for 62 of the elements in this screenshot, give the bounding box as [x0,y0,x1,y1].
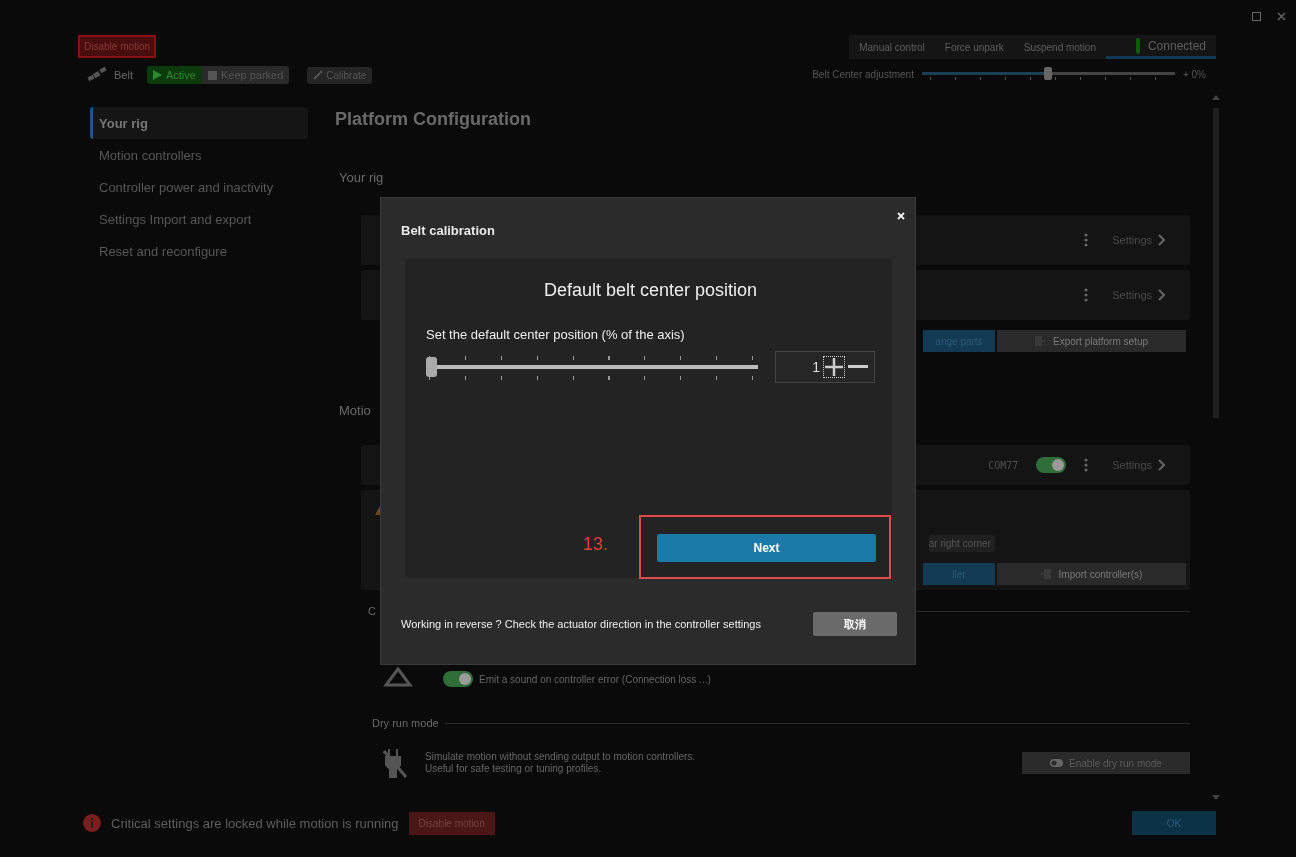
device-label: Belt [114,69,133,81]
section-heading: Dry run mode [372,717,439,729]
export-button[interactable]: Export platform setup [997,330,1186,352]
belt-center-slider[interactable] [921,67,1175,81]
plus-icon [824,357,844,377]
toggle-switch[interactable] [443,671,473,687]
page-title: Platform Configuration [335,109,532,130]
close-icon[interactable] [1277,12,1286,21]
hint-text: Working in reverse ? Check the actuator direction in the controller settings [401,618,761,630]
minus-icon [848,365,868,369]
section-heading: Your rig [339,170,385,185]
port-label: COM77 [988,459,1019,471]
chevron-right-icon [1158,459,1166,471]
slider-label: Belt Center adjustment [812,68,914,80]
panel-heading: Default belt center position [542,280,759,301]
slider-label: Set the default center position (% of the axis) [426,327,686,342]
next-button[interactable]: Next [657,534,876,562]
sidebar-item[interactable]: Reset and reconfigure [90,235,308,267]
more-icon[interactable] [1084,233,1089,247]
section-heading: Motio [339,403,372,418]
slider-thumb[interactable] [426,357,438,377]
import-button[interactable]: Import controller(s) [997,563,1186,585]
number-input[interactable]: 1 [780,359,820,375]
unplugged-icon [383,747,407,779]
satellite-icon [86,67,108,83]
sidebar-item[interactable]: Settings Import and export [90,203,308,235]
maximize-icon[interactable] [1252,12,1261,21]
toggle-switch[interactable] [1036,457,1067,473]
slider-thumb[interactable] [1044,67,1053,80]
more-icon[interactable] [1084,458,1089,472]
stop-icon [207,70,217,80]
chevron-right-icon [1158,234,1166,246]
alarm-icon [383,667,413,687]
action-tab[interactable]: Force unpark [934,41,1014,53]
dry-run-description: Simulate motion without sending output to motion controllers. Useful for safe testing or tuning profiles. [425,751,697,775]
lock-message: Critical settings are locked while motion is running [111,815,399,831]
action-tab[interactable]: Manual control [849,41,935,53]
decrement-button[interactable] [848,365,868,369]
play-icon [152,70,162,80]
more-icon[interactable] [1084,288,1089,302]
mode-tab[interactable]: Active [146,66,202,84]
section-heading: C [368,605,376,617]
toggle-label: Emit a sound on controller error (Connection loss ...) [479,673,711,685]
dialog-title: Belt calibration [401,223,496,238]
step-number: 13. [583,534,609,555]
sidebar-item[interactable]: Motion controllers [90,139,308,171]
disable-motion-button[interactable]: Disable motion [78,35,157,58]
toggle-icon [1050,759,1064,767]
cancel-button[interactable]: 取消 [813,612,897,636]
scroll-down-icon[interactable] [1211,795,1220,800]
connection-status: Connected [1106,35,1216,59]
increment-button[interactable] [824,357,844,377]
sidebar-item[interactable]: Your rig [90,107,308,139]
close-icon [897,212,905,220]
sidebar-item[interactable]: Controller power and inactivity [90,171,308,203]
number-field[interactable]: 1 [775,351,875,383]
action-tab[interactable]: Suspend motion [1013,41,1106,53]
slider-reading: + 0% [1182,68,1206,80]
wand-icon [313,70,324,80]
chevron-right-icon [1158,289,1166,301]
scroll-up-icon[interactable] [1211,95,1220,100]
info-icon [83,814,101,832]
